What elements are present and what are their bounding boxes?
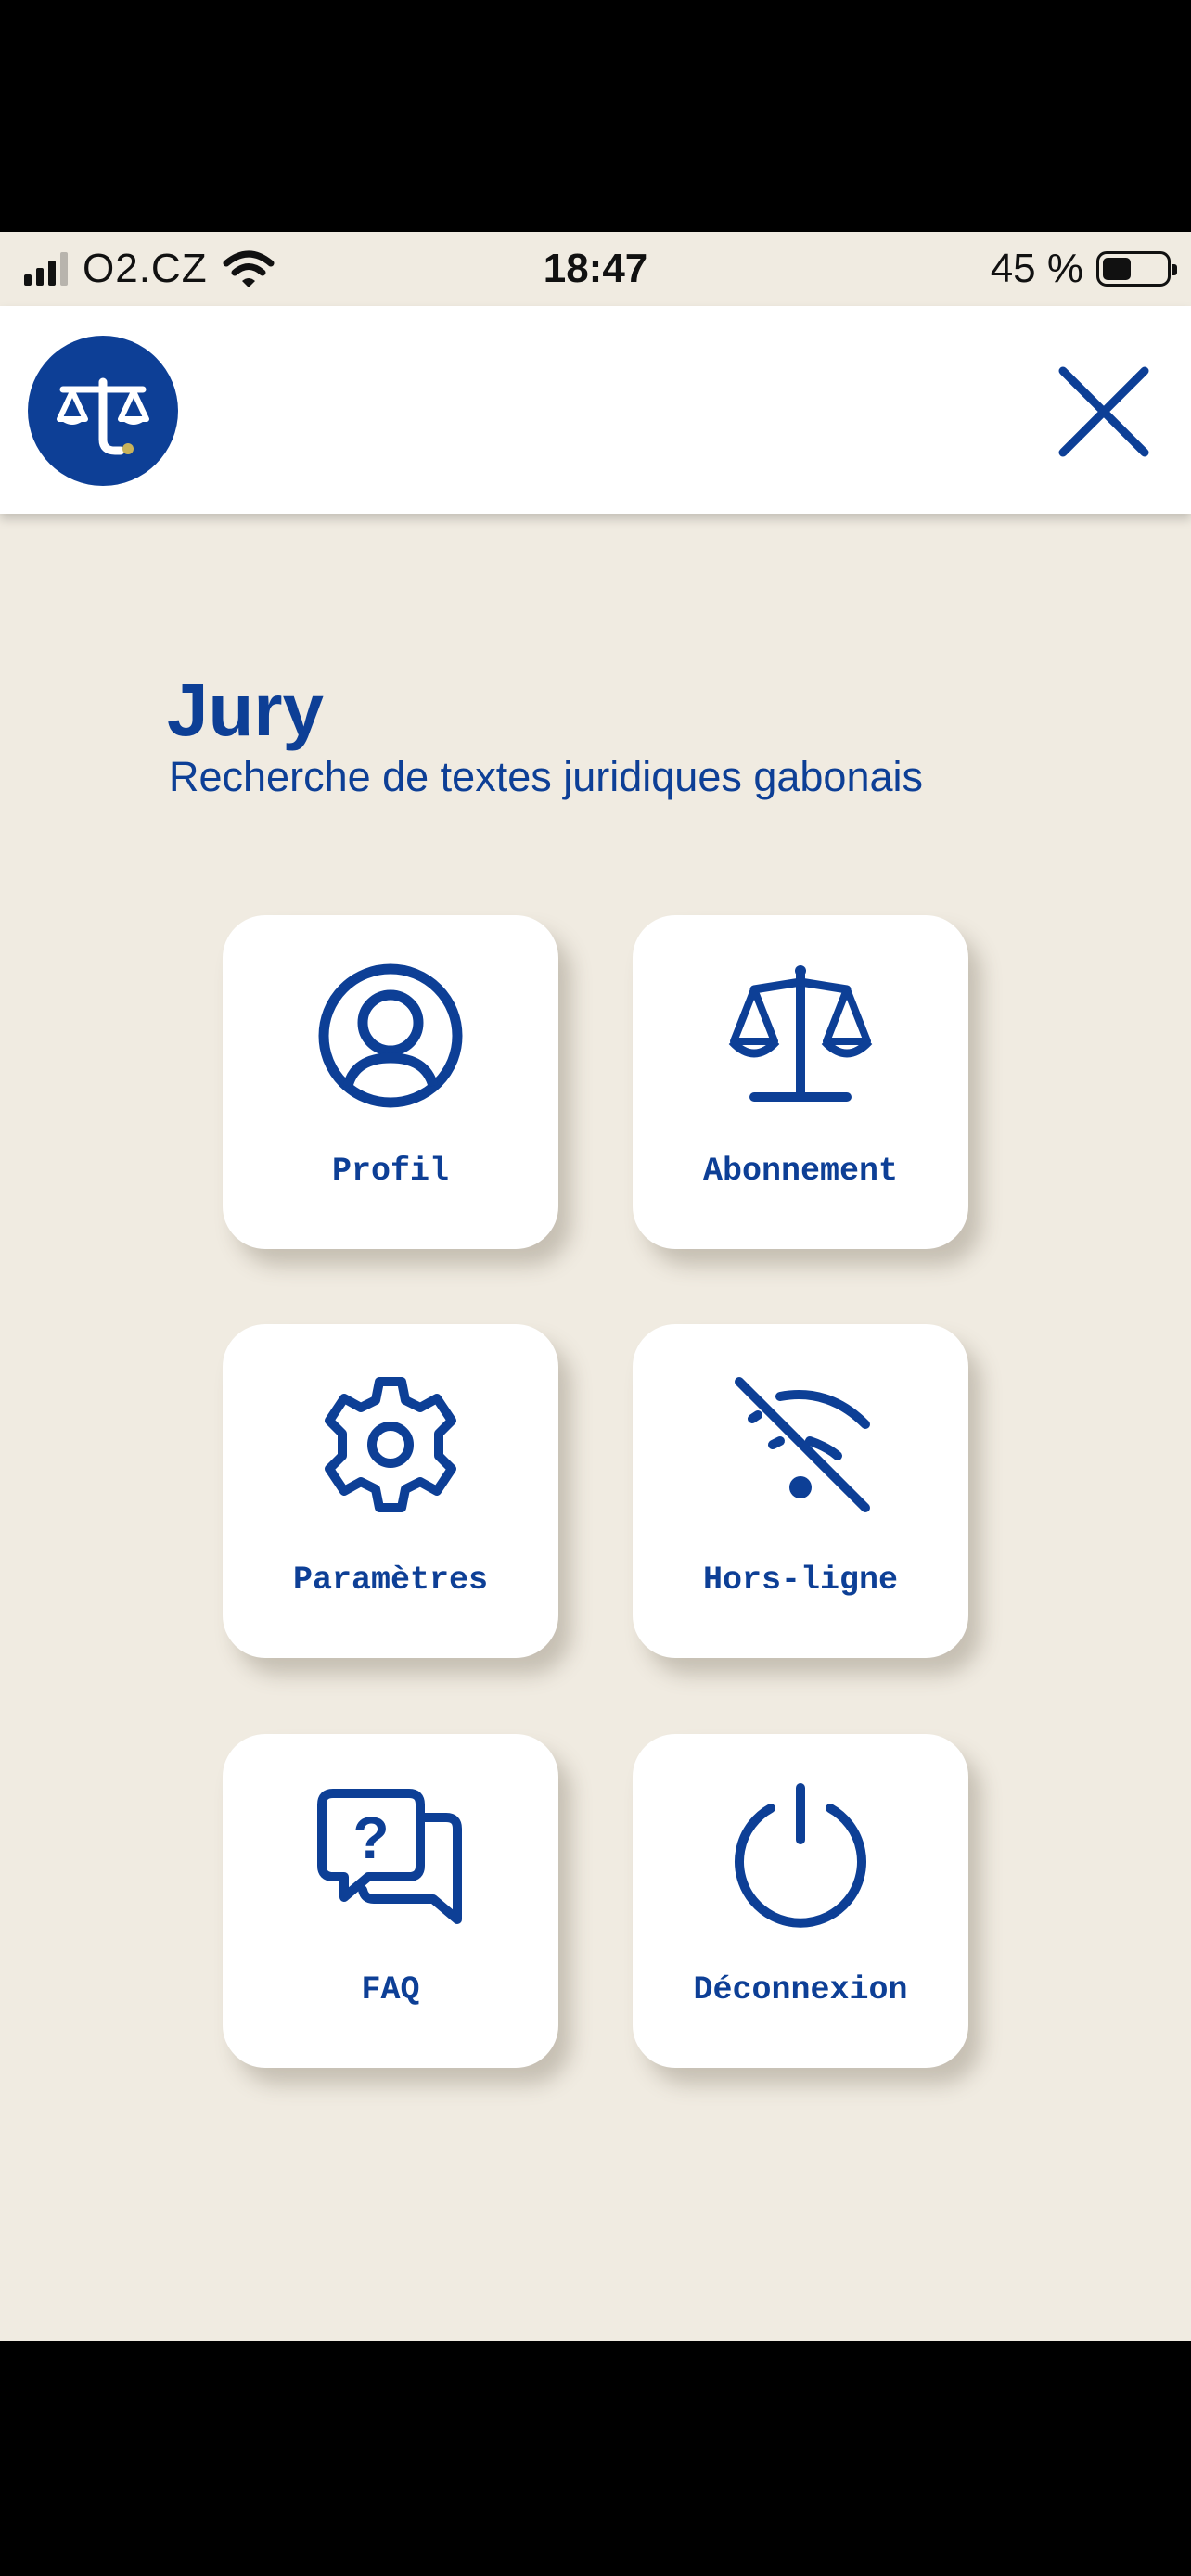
menu-label-profil: Profil bbox=[331, 1153, 450, 1190]
menu-label-parametres: Paramètres bbox=[292, 1562, 489, 1599]
menu-tile-deconnexion[interactable]: Déconnexion bbox=[633, 1734, 968, 2068]
app-header bbox=[0, 306, 1191, 514]
question-chat-icon: ? bbox=[317, 1789, 462, 1924]
menu-label-hors-ligne: Hors-ligne bbox=[702, 1562, 899, 1599]
menu-tile-abonnement[interactable]: Abonnement bbox=[633, 915, 968, 1249]
menu-tile-faq[interactable]: ? FAQ bbox=[223, 1734, 558, 2068]
user-circle-icon bbox=[318, 963, 463, 1108]
scales-of-justice-logo-icon bbox=[57, 377, 149, 455]
status-right: 45 % bbox=[990, 243, 1177, 295]
battery-percent: 45 % bbox=[990, 246, 1083, 291]
menu-label-faq: FAQ bbox=[361, 1971, 420, 2009]
menu-tile-parametres[interactable]: Paramètres bbox=[223, 1324, 558, 1658]
app-title: Jury bbox=[167, 669, 324, 751]
menu-label-abonnement: Abonnement bbox=[702, 1153, 899, 1190]
app-screen: O2.CZ 18:47 45 % Jury Recherche de texte… bbox=[0, 232, 1191, 2341]
battery-icon bbox=[1096, 251, 1177, 287]
gear-icon bbox=[325, 1377, 456, 1512]
app-subtitle: Recherche de textes juridiques gabonais bbox=[169, 753, 924, 800]
menu-tile-hors-ligne[interactable]: Hors-ligne bbox=[633, 1324, 968, 1658]
close-icon bbox=[1058, 366, 1149, 457]
wifi-off-icon bbox=[735, 1377, 870, 1512]
close-button[interactable] bbox=[1056, 363, 1152, 460]
menu-tile-profil[interactable]: Profil bbox=[223, 915, 558, 1249]
status-bar: O2.CZ 18:47 45 % bbox=[0, 232, 1191, 306]
power-icon bbox=[735, 1783, 866, 1928]
menu-label-deconnexion: Déconnexion bbox=[693, 1971, 908, 2009]
app-logo[interactable] bbox=[28, 336, 178, 486]
svg-text:?: ? bbox=[352, 1804, 389, 1871]
scales-icon bbox=[728, 965, 873, 1102]
